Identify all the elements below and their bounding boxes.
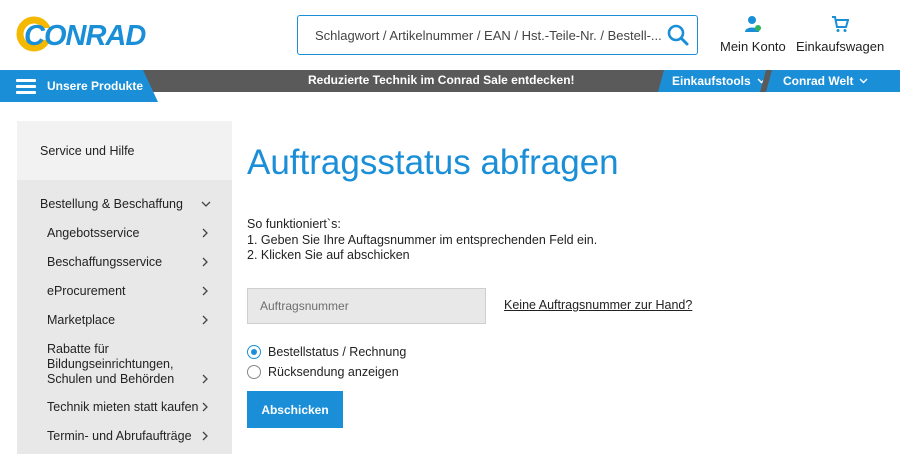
instructions-step-1: 1. Geben Sie Ihre Auftagsnummer im entsp… — [247, 232, 598, 247]
account-label: Mein Konto — [720, 39, 786, 54]
sidebar-item-label: Termin- und Abrufaufträge — [47, 429, 192, 443]
radio-order-status[interactable]: Bestellstatus / Rechnung — [247, 345, 406, 359]
cart-icon — [832, 16, 850, 32]
page-title: Auftragsstatus abfragen — [247, 143, 619, 182]
sidebar-item-label: eProcurement — [47, 284, 126, 298]
sidebar-item-label: Beschaffungsservice — [47, 255, 163, 269]
products-menu-button[interactable]: Unsere Produkte — [0, 70, 158, 102]
sidebar-section-ordering[interactable]: Bestellung & Beschaffung — [17, 194, 232, 214]
chevron-right-icon — [202, 374, 208, 384]
hamburger-icon — [16, 79, 36, 94]
chevron-down-icon — [201, 201, 211, 207]
order-number-input[interactable] — [247, 288, 486, 324]
sidebar-item-education-discounts[interactable]: Rabatte für Bildungseinrichtungen, Schul… — [17, 342, 232, 388]
cart-label: Einkaufswagen — [796, 39, 885, 54]
user-icon — [744, 16, 761, 32]
chevron-right-icon — [202, 228, 208, 238]
chevron-right-icon — [202, 286, 208, 296]
conrad-logo[interactable]: CONRAD — [16, 14, 156, 54]
sidebar-item-marketplace[interactable]: Marketplace — [17, 311, 232, 331]
chevron-down-icon — [859, 78, 868, 84]
no-order-number-link[interactable]: Keine Auftragsnummer zur Hand? — [504, 298, 692, 312]
search-icon — [667, 24, 689, 46]
sidebar-item-quote-service[interactable]: Angebotsservice — [17, 224, 232, 244]
instructions-heading: So funktioniert`s: — [247, 217, 341, 231]
radio-label: Rücksendung anzeigen — [268, 365, 399, 379]
instructions-step-2: 2. Klicken Sie auf abschicken — [247, 248, 410, 262]
chevron-right-icon — [202, 402, 208, 412]
radio-button[interactable] — [247, 365, 261, 379]
sidebar-section-label: Bestellung & Beschaffung — [40, 197, 183, 211]
search-button[interactable] — [663, 20, 693, 50]
sidebar-item-service[interactable]: Service und Hilfe — [17, 121, 232, 180]
submit-button[interactable]: Abschicken — [247, 391, 343, 428]
sidebar-item-scheduled-orders[interactable]: Termin- und Abrufaufträge — [17, 427, 232, 447]
account-link[interactable]: Mein Konto — [720, 15, 786, 54]
instructions: So funktioniert`s: 1. Geben Sie Ihre Auf… — [247, 217, 597, 264]
shopping-tools-menu[interactable]: Einkaufstools — [658, 70, 766, 92]
search-bar[interactable]: Schlagwort / Artikelnummer / EAN / Hst.-… — [297, 15, 698, 55]
sidebar-item-label: Technik mieten statt kaufen — [47, 400, 199, 414]
radio-button-checked[interactable] — [247, 345, 261, 359]
chevron-right-icon — [202, 257, 208, 267]
conrad-world-menu[interactable]: Conrad Welt — [766, 70, 900, 92]
sidebar-item-eprocurement[interactable]: eProcurement — [17, 282, 232, 302]
sidebar-item-label: Angebotsservice — [47, 226, 140, 240]
search-input[interactable]: Schlagwort / Artikelnummer / EAN / Hst.-… — [315, 28, 662, 43]
sidebar-item-procurement-service[interactable]: Beschaffungsservice — [17, 253, 232, 273]
radio-label: Bestellstatus / Rechnung — [268, 345, 407, 359]
header: CONRAD Schlagwort / Artikelnummer / EAN … — [0, 0, 900, 70]
sale-promo-link[interactable]: Reduzierte Technik im Conrad Sale entdec… — [308, 73, 575, 87]
chevron-right-icon — [202, 315, 208, 325]
radio-return[interactable]: Rücksendung anzeigen — [247, 365, 399, 379]
sidebar-item-label: Rabatte für Bildungseinrichtungen, Schul… — [47, 342, 175, 386]
sidebar-item-rent-technology[interactable]: Technik mieten statt kaufen — [17, 398, 232, 418]
sidebar-item-label: Marketplace — [47, 313, 116, 327]
svg-text:CONRAD: CONRAD — [24, 20, 146, 52]
chevron-right-icon — [202, 431, 208, 441]
conrad-world-label: Conrad Welt — [783, 74, 854, 88]
products-menu-label: Unsere Produkte — [47, 79, 144, 93]
cart-link[interactable]: Einkaufswagen — [796, 15, 884, 54]
shopping-tools-label: Einkaufstools — [672, 74, 751, 88]
sidebar-item-label: Service und Hilfe — [40, 144, 135, 158]
